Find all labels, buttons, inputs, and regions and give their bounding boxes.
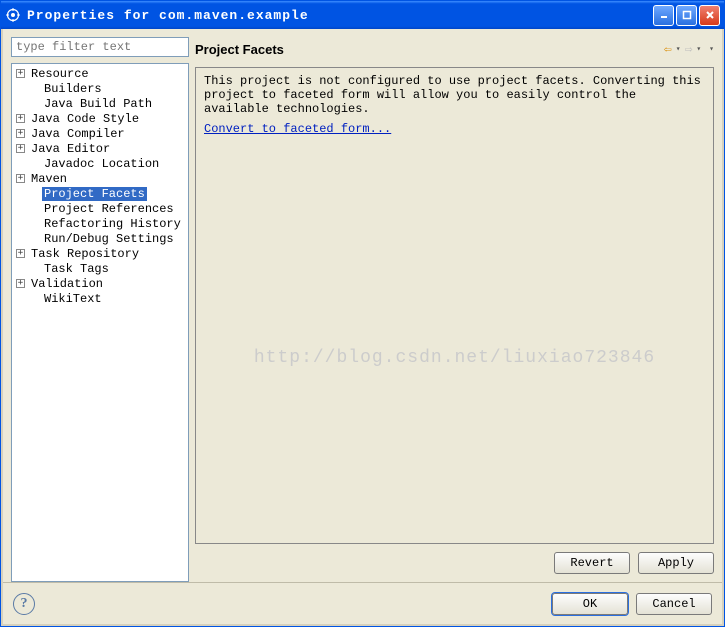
properties-dialog: Properties for com.maven.example + Resour…: [0, 0, 725, 627]
ok-button[interactable]: OK: [552, 593, 628, 615]
expand-icon[interactable]: +: [16, 114, 25, 123]
right-pane: Project Facets ⇦ ▾ ⇨ ▾ ▾ This project is…: [195, 37, 714, 582]
expand-icon[interactable]: +: [16, 174, 25, 183]
cancel-button[interactable]: Cancel: [636, 593, 712, 615]
tree-item-label: Project References: [42, 202, 176, 216]
back-icon[interactable]: ⇦: [664, 42, 672, 57]
forward-icon: ⇨: [685, 42, 693, 57]
tree-item-label: Task Tags: [42, 262, 111, 276]
main-split: + ResourceBuildersJava Build Path + Java Co…: [3, 29, 722, 582]
revert-button[interactable]: Revert: [554, 552, 630, 574]
tree-item-project-facets[interactable]: Project Facets: [12, 186, 188, 201]
tree-item-label: Resource: [29, 67, 91, 81]
forward-menu-icon[interactable]: ▾: [696, 44, 701, 54]
app-icon: [5, 7, 21, 23]
help-icon[interactable]: ?: [13, 593, 35, 615]
tree-item-label: Java Compiler: [29, 127, 127, 141]
page-title: Project Facets: [195, 42, 664, 57]
tree-item-label: WikiText: [42, 292, 104, 306]
tree-item-label: Validation: [29, 277, 105, 291]
window-controls: [653, 5, 720, 26]
tree-item-task-repository[interactable]: + Task Repository: [12, 246, 188, 261]
maximize-button[interactable]: [676, 5, 697, 26]
tree-item-label: Java Build Path: [42, 97, 154, 111]
expand-icon[interactable]: +: [16, 144, 25, 153]
tree-item-javadoc-location[interactable]: Javadoc Location: [12, 156, 188, 171]
category-tree[interactable]: + ResourceBuildersJava Build Path + Java Co…: [11, 63, 189, 582]
expand-icon[interactable]: +: [16, 69, 25, 78]
bottom-bar: ? OK Cancel: [3, 582, 722, 624]
apply-button[interactable]: Apply: [638, 552, 714, 574]
tree-item-label: Java Code Style: [29, 112, 141, 126]
tree-item-java-code-style[interactable]: + Java Code Style: [12, 111, 188, 126]
tree-item-label: Java Editor: [29, 142, 112, 156]
expand-icon[interactable]: +: [16, 279, 25, 288]
window-title: Properties for com.maven.example: [27, 8, 653, 23]
page-description: This project is not configured to use pr…: [204, 74, 705, 116]
tree-item-label: Maven: [29, 172, 69, 186]
tree-item-maven[interactable]: + Maven: [12, 171, 188, 186]
tree-item-run-debug-settings[interactable]: Run/Debug Settings: [12, 231, 188, 246]
tree-item-refactoring-history[interactable]: Refactoring History: [12, 216, 188, 231]
tree-item-label: Builders: [42, 82, 104, 96]
view-menu-icon[interactable]: ▾: [709, 44, 714, 54]
close-button[interactable]: [699, 5, 720, 26]
tree-item-label: Javadoc Location: [42, 157, 161, 171]
tree-item-resource[interactable]: + Resource: [12, 66, 188, 81]
page-header: Project Facets ⇦ ▾ ⇨ ▾ ▾: [195, 37, 714, 61]
tree-item-label: Task Repository: [29, 247, 141, 261]
tree-item-builders[interactable]: Builders: [12, 81, 188, 96]
tree-item-java-build-path[interactable]: Java Build Path: [12, 96, 188, 111]
watermark: http://blog.csdn.net/liuxiao723846: [254, 348, 655, 368]
tree-item-java-compiler[interactable]: + Java Compiler: [12, 126, 188, 141]
tree-item-label: Project Facets: [42, 187, 147, 201]
tree-item-java-editor[interactable]: + Java Editor: [12, 141, 188, 156]
left-pane: + ResourceBuildersJava Build Path + Java Co…: [11, 37, 189, 582]
convert-link[interactable]: Convert to faceted form...: [204, 122, 391, 136]
content-area: This project is not configured to use pr…: [195, 67, 714, 544]
dialog-buttons: OK Cancel: [552, 593, 712, 615]
tree-item-validation[interactable]: + Validation: [12, 276, 188, 291]
minimize-button[interactable]: [653, 5, 674, 26]
expand-icon[interactable]: +: [16, 249, 25, 258]
tree-item-task-tags[interactable]: Task Tags: [12, 261, 188, 276]
tree-item-project-references[interactable]: Project References: [12, 201, 188, 216]
back-menu-icon[interactable]: ▾: [676, 44, 681, 54]
client-area: + ResourceBuildersJava Build Path + Java Co…: [1, 29, 724, 626]
tree-item-wikitext[interactable]: WikiText: [12, 291, 188, 306]
tree-item-label: Refactoring History: [42, 217, 183, 231]
titlebar: Properties for com.maven.example: [1, 1, 724, 29]
page-buttons: Revert Apply: [195, 544, 714, 582]
filter-input[interactable]: [11, 37, 189, 57]
tree-item-label: Run/Debug Settings: [42, 232, 176, 246]
nav-buttons: ⇦ ▾ ⇨ ▾ ▾: [664, 42, 714, 57]
expand-icon[interactable]: +: [16, 129, 25, 138]
